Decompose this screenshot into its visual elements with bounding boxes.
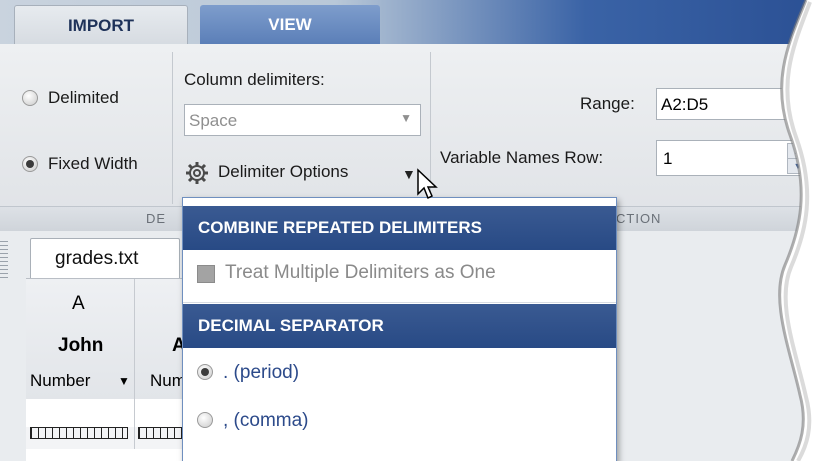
matlab-import-tool-window: IMPORT VIEW Delimited Fixed Width Column… <box>0 0 836 461</box>
torn-edge-shadow <box>778 0 812 461</box>
